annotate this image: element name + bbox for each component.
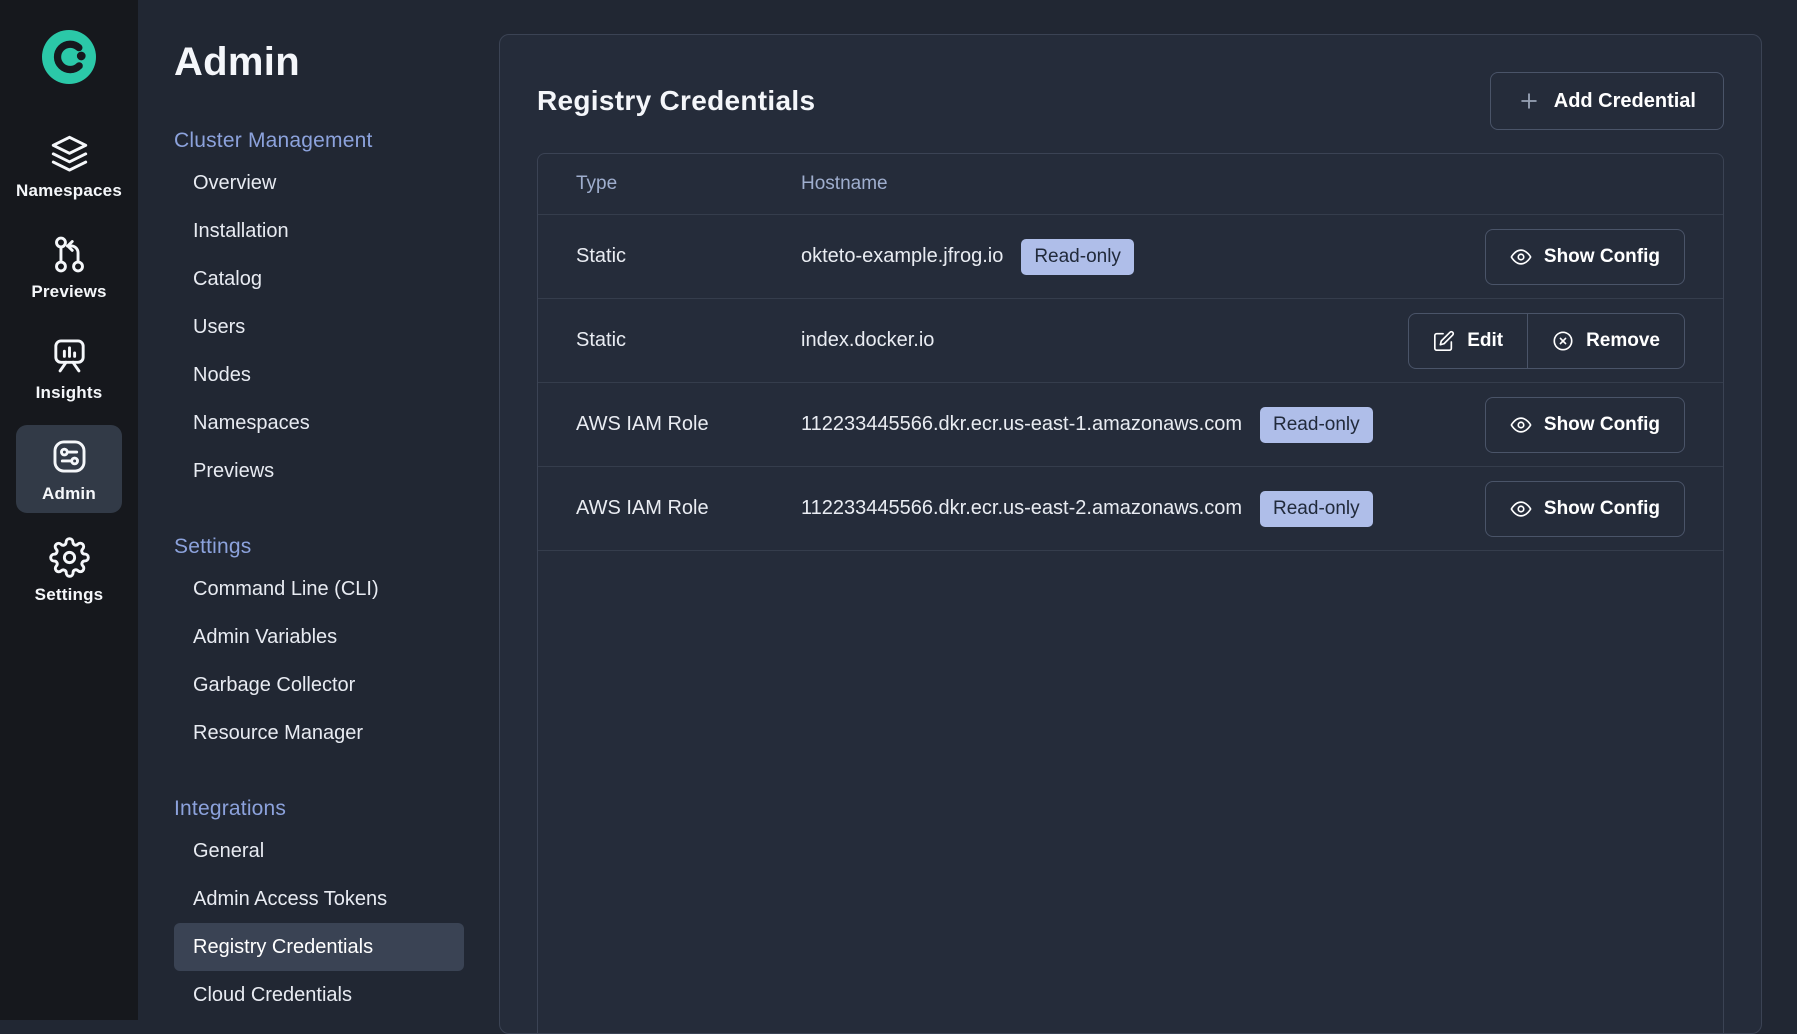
admin-icon bbox=[49, 436, 90, 477]
remove-button[interactable]: Remove bbox=[1527, 313, 1685, 369]
readonly-badge: Read-only bbox=[1260, 407, 1373, 443]
sidebar-item-users[interactable]: Users bbox=[174, 303, 464, 351]
add-credential-label: Add Credential bbox=[1554, 90, 1696, 113]
table-row: AWS IAM Role 112233445566.dkr.ecr.us-eas… bbox=[538, 383, 1723, 467]
sidebar-item-catalog[interactable]: Catalog bbox=[174, 255, 464, 303]
eye-icon bbox=[1510, 414, 1532, 436]
insights-icon bbox=[49, 335, 90, 376]
sidebar-item-admin-variables[interactable]: Admin Variables bbox=[174, 613, 464, 661]
row-actions: Show Config bbox=[1485, 481, 1685, 537]
panel-title: Registry Credentials bbox=[537, 85, 815, 117]
credential-hostname-cell: index.docker.io bbox=[801, 329, 1408, 352]
eye-icon bbox=[1510, 246, 1532, 268]
row-actions: Show Config bbox=[1485, 397, 1685, 453]
sidebar-item-nodes[interactable]: Nodes bbox=[174, 351, 464, 399]
section-header-integrations: Integrations bbox=[174, 797, 499, 821]
plus-icon bbox=[1518, 90, 1540, 112]
section-header-cluster-management: Cluster Management bbox=[174, 129, 499, 153]
rail-item-namespaces[interactable]: Namespaces bbox=[16, 122, 122, 210]
rail-item-label: Previews bbox=[31, 282, 106, 302]
table-header-row: Type Hostname bbox=[538, 154, 1723, 215]
rail-item-admin[interactable]: Admin bbox=[16, 425, 122, 513]
sidebar-item-installation[interactable]: Installation bbox=[174, 207, 464, 255]
icon-rail: Namespaces Previews Insights Admin Setti… bbox=[0, 0, 138, 1020]
rail-nav: Namespaces Previews Insights Admin Setti… bbox=[16, 122, 122, 614]
credentials-table: Type Hostname Static okteto-example.jfro… bbox=[537, 153, 1724, 1033]
rail-item-label: Namespaces bbox=[16, 181, 122, 201]
table-row: Static index.docker.io Edit Remove bbox=[538, 299, 1723, 383]
add-credential-button[interactable]: Add Credential bbox=[1490, 72, 1724, 130]
sidebar-item-garbage-collector[interactable]: Garbage Collector bbox=[174, 661, 464, 709]
settings-icon bbox=[49, 537, 90, 578]
sidebar-item-command-line-cli[interactable]: Command Line (CLI) bbox=[174, 565, 464, 613]
previews-icon bbox=[49, 234, 90, 275]
okteto-logo-icon[interactable] bbox=[42, 30, 96, 84]
credential-hostname-cell: 112233445566.dkr.ecr.us-east-2.amazonaws… bbox=[801, 491, 1485, 527]
column-header-hostname: Hostname bbox=[801, 173, 888, 195]
rail-item-label: Settings bbox=[35, 585, 104, 605]
panel-header: Registry Credentials Add Credential bbox=[537, 71, 1724, 131]
sidebar-title: Admin bbox=[174, 40, 499, 85]
credential-hostname: 112233445566.dkr.ecr.us-east-1.amazonaws… bbox=[801, 413, 1242, 436]
sidebar-item-general[interactable]: General bbox=[174, 827, 464, 875]
show-config-label: Show Config bbox=[1544, 498, 1660, 520]
sidebar-item-resource-manager[interactable]: Resource Manager bbox=[174, 709, 464, 757]
credential-hostname-cell: 112233445566.dkr.ecr.us-east-1.amazonaws… bbox=[801, 407, 1485, 443]
readonly-badge: Read-only bbox=[1260, 491, 1373, 527]
rail-item-insights[interactable]: Insights bbox=[16, 324, 122, 412]
show-config-button[interactable]: Show Config bbox=[1485, 481, 1685, 537]
credential-type: AWS IAM Role bbox=[576, 413, 801, 436]
edit-icon bbox=[1433, 330, 1455, 352]
registry-credentials-panel: Registry Credentials Add Credential Type… bbox=[499, 34, 1762, 1034]
column-header-type: Type bbox=[576, 173, 801, 195]
remove-icon bbox=[1552, 330, 1574, 352]
sidebar-item-cloud-credentials[interactable]: Cloud Credentials bbox=[174, 971, 464, 1019]
edit-button[interactable]: Edit bbox=[1408, 313, 1528, 369]
remove-label: Remove bbox=[1586, 330, 1660, 352]
admin-sidebar: Admin Cluster Management Overview Instal… bbox=[138, 0, 499, 1020]
edit-label: Edit bbox=[1467, 330, 1503, 352]
nav-list-integrations: General Admin Access Tokens Registry Cre… bbox=[174, 827, 499, 1019]
credential-type: Static bbox=[576, 245, 801, 268]
credential-hostname: okteto-example.jfrog.io bbox=[801, 245, 1003, 268]
show-config-label: Show Config bbox=[1544, 414, 1660, 436]
credential-hostname-cell: okteto-example.jfrog.io Read-only bbox=[801, 239, 1485, 275]
credential-type: Static bbox=[576, 329, 801, 352]
section-header-settings: Settings bbox=[174, 535, 499, 559]
nav-list-settings: Command Line (CLI) Admin Variables Garba… bbox=[174, 565, 499, 757]
nav-list-cluster-management: Overview Installation Catalog Users Node… bbox=[174, 159, 499, 495]
sidebar-item-previews[interactable]: Previews bbox=[174, 447, 464, 495]
sidebar-item-admin-access-tokens[interactable]: Admin Access Tokens bbox=[174, 875, 464, 923]
namespaces-icon bbox=[49, 133, 90, 174]
sidebar-item-registry-credentials[interactable]: Registry Credentials bbox=[174, 923, 464, 971]
sidebar-item-namespaces[interactable]: Namespaces bbox=[174, 399, 464, 447]
sidebar-item-overview[interactable]: Overview bbox=[174, 159, 464, 207]
eye-icon bbox=[1510, 498, 1532, 520]
rail-item-label: Insights bbox=[36, 383, 103, 403]
table-row: AWS IAM Role 112233445566.dkr.ecr.us-eas… bbox=[538, 467, 1723, 551]
rail-item-label: Admin bbox=[42, 484, 96, 504]
credential-hostname: 112233445566.dkr.ecr.us-east-2.amazonaws… bbox=[801, 497, 1242, 520]
table-row: Static okteto-example.jfrog.io Read-only… bbox=[538, 215, 1723, 299]
credential-type: AWS IAM Role bbox=[576, 497, 801, 520]
show-config-label: Show Config bbox=[1544, 246, 1660, 268]
show-config-button[interactable]: Show Config bbox=[1485, 397, 1685, 453]
show-config-button[interactable]: Show Config bbox=[1485, 229, 1685, 285]
rail-item-previews[interactable]: Previews bbox=[16, 223, 122, 311]
credential-hostname: index.docker.io bbox=[801, 329, 934, 352]
row-actions: Show Config bbox=[1485, 229, 1685, 285]
readonly-badge: Read-only bbox=[1021, 239, 1134, 275]
rail-item-settings[interactable]: Settings bbox=[16, 526, 122, 614]
row-actions: Edit Remove bbox=[1408, 313, 1685, 369]
